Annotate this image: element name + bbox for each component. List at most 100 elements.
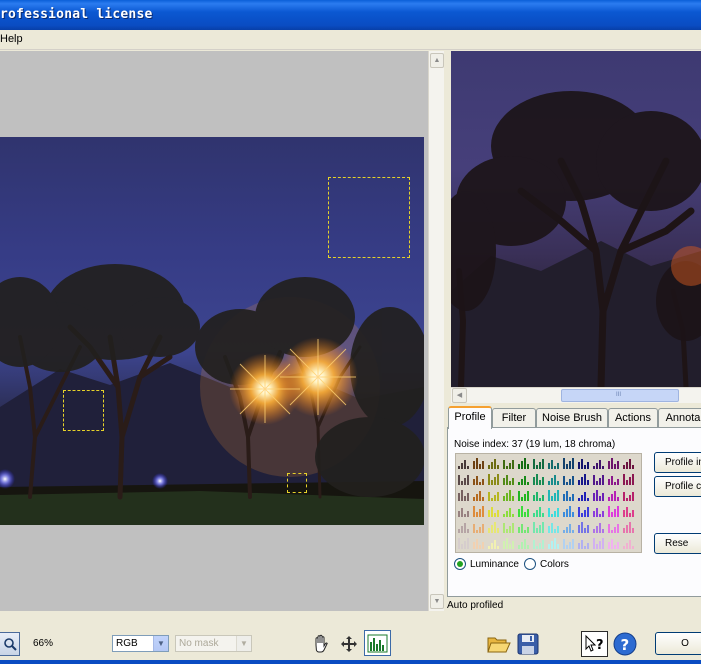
noise-profile-bar <box>614 491 616 501</box>
noise-profile-bar <box>458 511 460 517</box>
noise-profile-bar <box>512 496 514 501</box>
noise-profile-bar <box>569 461 571 469</box>
context-help-icon[interactable]: ? <box>581 631 608 657</box>
noise-profile-bar <box>488 528 490 533</box>
detail-horizontal-scrollbar[interactable]: ◀ III <box>451 387 701 403</box>
noise-profile-bar <box>479 545 481 549</box>
scroll-down-icon[interactable]: ▼ <box>430 594 444 609</box>
main-vertical-scrollbar[interactable]: ▲ ▼ <box>428 51 444 611</box>
noise-profile-bar <box>458 529 460 533</box>
noise-profile-bar <box>494 459 496 469</box>
save-disk-icon[interactable] <box>514 630 542 658</box>
noise-profile-bar <box>632 492 634 501</box>
noise-profile-bar <box>512 523 514 533</box>
window-bottom-border <box>0 660 701 664</box>
noise-profile-bar <box>617 461 619 469</box>
noise-profile-bar <box>512 460 514 469</box>
noise-profile-grid[interactable] <box>455 453 642 553</box>
noise-profile-bar <box>488 510 490 517</box>
noise-profile-bar <box>584 528 586 533</box>
magnifier-icon[interactable] <box>0 632 20 656</box>
noise-profile-bar <box>461 526 463 533</box>
hand-pan-icon[interactable] <box>310 632 332 656</box>
noise-profile-bar <box>629 513 631 517</box>
colors-radio[interactable]: Colors <box>524 558 569 570</box>
tab-actions[interactable]: Actions <box>608 408 658 428</box>
scroll-left-icon[interactable]: ◀ <box>452 388 467 403</box>
noise-profile-bar <box>521 506 523 517</box>
noise-profile-bar <box>506 466 508 469</box>
mask-value: No mask <box>179 638 219 649</box>
profile-tab-panel: Noise index: 37 (19 lum, 18 chroma) Lumi… <box>447 427 701 597</box>
move-cross-icon[interactable] <box>338 632 360 656</box>
detail-preview[interactable] <box>451 51 701 387</box>
noise-profile-bar <box>596 544 598 549</box>
tab-profile[interactable]: Profile <box>448 406 492 429</box>
menu-help[interactable]: Help <box>0 33 23 45</box>
noise-profile-bar <box>509 490 511 501</box>
tab-noise-brush[interactable]: Noise Brush <box>536 408 608 428</box>
noise-profile-bar <box>569 506 571 517</box>
radio-colors-icon[interactable] <box>524 558 536 570</box>
noise-profile-bar <box>614 545 616 549</box>
noise-profile-bar <box>518 464 520 469</box>
noise-profile-bar <box>551 496 553 501</box>
noise-profile-bar <box>482 524 484 533</box>
noise-profile-bar <box>602 511 604 517</box>
noise-profile-bar <box>626 507 628 517</box>
scroll-up-icon[interactable]: ▲ <box>430 53 444 68</box>
help-circle-icon[interactable]: ? <box>612 631 638 657</box>
main-preview-panel[interactable] <box>0 51 428 611</box>
tab-annotations[interactable]: Annota <box>658 408 701 428</box>
noise-profile-bar <box>611 494 613 501</box>
noise-profile-bar <box>503 460 505 469</box>
folder-open-icon[interactable] <box>485 630 513 658</box>
noise-profile-bar <box>557 526 559 533</box>
tab-filter[interactable]: Filter <box>492 408 536 428</box>
noise-sample-box[interactable] <box>287 473 307 493</box>
ok-button[interactable]: O <box>655 632 701 655</box>
noise-profile-bar <box>548 526 550 533</box>
title-bar[interactable]: rofessional license <box>0 0 701 30</box>
noise-profile-bar <box>491 462 493 469</box>
noise-profile-bar <box>548 490 550 501</box>
noise-profile-bar <box>596 490 598 501</box>
noise-profile-bar <box>464 514 466 517</box>
noise-profile-bar <box>617 497 619 501</box>
noise-profile-bar <box>536 510 538 517</box>
noise-profile-bar <box>587 525 589 533</box>
noise-profile-bar <box>629 522 631 533</box>
noise-sample-box[interactable] <box>328 177 410 258</box>
noise-profile-bar <box>617 506 619 517</box>
radio-luminance-icon[interactable] <box>454 558 466 570</box>
noise-profile-bar <box>554 538 556 549</box>
noise-profile-bar <box>596 508 598 517</box>
noise-profile-bar <box>473 479 475 485</box>
noise-profile-bar <box>473 524 475 533</box>
noise-profile-bar <box>482 542 484 549</box>
noise-profile-bar <box>629 459 631 469</box>
mask-select: No mask ▼ <box>175 635 252 652</box>
noise-sample-box[interactable] <box>63 390 104 431</box>
histogram-icon[interactable] <box>364 630 391 656</box>
noise-profile-bar <box>521 524 523 533</box>
noise-profile-bar <box>608 506 610 517</box>
profile-image-button[interactable]: Profile im <box>654 452 701 473</box>
luminance-radio[interactable]: Luminance <box>454 558 519 570</box>
reset-button[interactable]: Rese <box>654 533 701 554</box>
channel-select[interactable]: RGB ▼ <box>112 635 169 652</box>
channel-value: RGB <box>116 638 138 649</box>
profile-color-button[interactable]: Profile c <box>654 476 701 497</box>
chevron-down-icon[interactable]: ▼ <box>153 636 168 651</box>
noise-profile-bar <box>524 539 526 549</box>
noise-profile-bar <box>509 526 511 533</box>
main-photo[interactable] <box>0 137 424 525</box>
noise-profile-bar <box>461 463 463 469</box>
noise-profile-bar <box>554 493 556 501</box>
scrollbar-thumb[interactable]: III <box>561 389 679 402</box>
noise-profile-bar <box>503 478 505 485</box>
noise-profile-bar <box>551 514 553 517</box>
noise-profile-bar <box>494 477 496 485</box>
noise-profile-bar <box>572 530 574 533</box>
noise-profile-bar <box>632 528 634 533</box>
